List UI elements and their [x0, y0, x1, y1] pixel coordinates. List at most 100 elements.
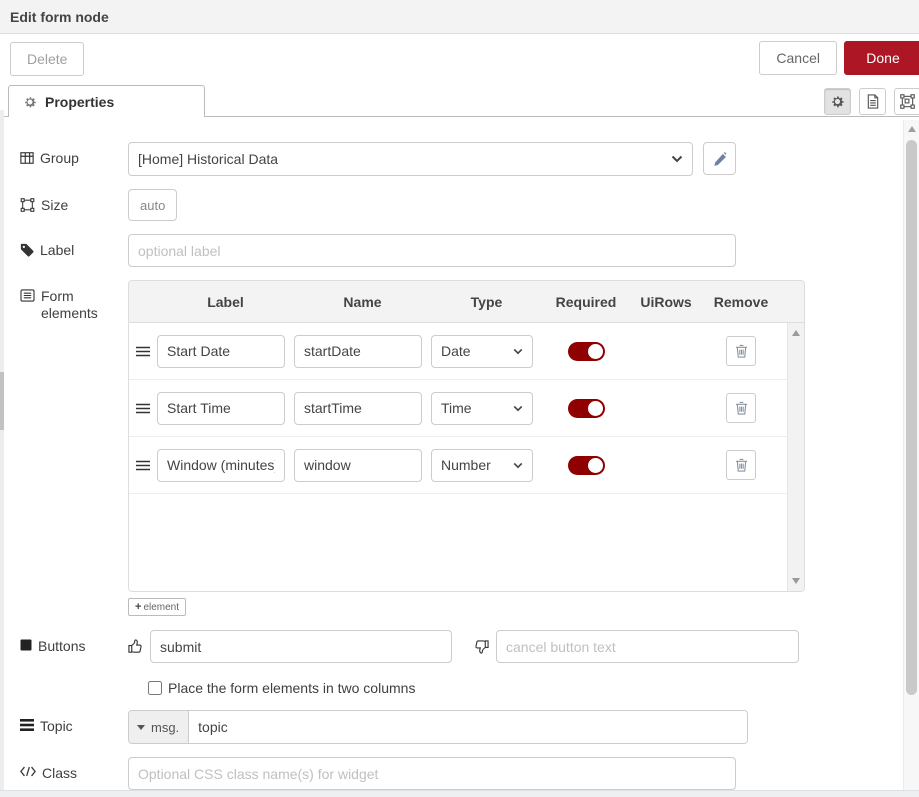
group-select[interactable]: [Home] Historical Data [128, 142, 693, 176]
element-name-input[interactable] [294, 335, 422, 368]
square-icon [20, 639, 32, 651]
object-group-icon [900, 94, 915, 109]
buttons-label: Buttons [20, 630, 128, 655]
class-row: Class [20, 757, 919, 790]
two-columns-checkbox[interactable] [148, 681, 162, 695]
class-label: Class [20, 757, 128, 782]
trash-icon [735, 401, 748, 415]
editor-tab-buttons [824, 88, 907, 115]
size-row: Size auto [20, 189, 919, 221]
label-row: Label [20, 234, 919, 267]
properties-panel: Group [Home] Historical Data Size auto [0, 117, 919, 790]
edit-group-button[interactable] [703, 142, 736, 175]
chevron-down-icon [513, 348, 523, 355]
topic-input[interactable] [189, 711, 747, 743]
gear-icon [23, 95, 37, 109]
label-label: Label [20, 234, 128, 259]
remove-element-button[interactable] [726, 336, 756, 366]
tab-properties-label: Properties [45, 94, 114, 110]
table-icon [20, 151, 34, 165]
tab-properties[interactable]: Properties [8, 85, 205, 117]
required-toggle[interactable] [568, 399, 605, 418]
dialog-scrollbar[interactable] [903, 120, 919, 797]
gear-icon [830, 94, 845, 109]
form-element-row: Number [129, 437, 804, 494]
form-element-row: Time [129, 380, 804, 437]
group-select-value: [Home] Historical Data [138, 151, 278, 167]
cancel-button[interactable]: Cancel [759, 41, 837, 75]
two-columns-label[interactable]: Place the form elements in two columns [168, 680, 415, 696]
scroll-up-icon[interactable] [792, 330, 800, 336]
header-label: Label [157, 294, 294, 310]
scroll-up-icon[interactable] [908, 126, 916, 132]
form-elements-table: Label Name Type Required UiRows Remove [128, 280, 805, 592]
form-element-row: Date [129, 323, 804, 380]
remove-element-button[interactable] [726, 450, 756, 480]
form-elements-row: Form elements Label Name Type Required U… [20, 280, 919, 592]
group-label: Group [20, 142, 128, 167]
scrollbar-thumb[interactable] [906, 140, 917, 695]
topic-row: Topic msg. [20, 710, 919, 744]
thumbs-down-icon [474, 639, 489, 654]
header-remove: Remove [702, 294, 780, 310]
form-elements-table-header: Label Name Type Required UiRows Remove [129, 281, 804, 323]
chevron-down-icon [671, 155, 683, 163]
left-scrollbar[interactable] [0, 110, 4, 797]
scroll-down-icon[interactable] [792, 578, 800, 584]
size-auto-button[interactable]: auto [128, 189, 177, 221]
dialog-bottom-edge [0, 790, 919, 797]
element-name-input[interactable] [294, 449, 422, 482]
topic-label: Topic [20, 710, 128, 735]
element-label-input[interactable] [157, 392, 285, 425]
properties-tab-button[interactable] [824, 88, 851, 115]
caret-down-icon [137, 725, 145, 730]
label-input[interactable] [128, 234, 736, 267]
two-columns-row: Place the form elements in two columns [148, 680, 919, 696]
buttons-row: Buttons [20, 630, 919, 663]
header-uirows: UiRows [630, 294, 702, 310]
form-elements-label: Form elements [20, 280, 128, 322]
chevron-down-icon [513, 405, 523, 412]
trash-icon [735, 344, 748, 358]
drag-handle-icon[interactable] [129, 460, 157, 471]
add-element-button[interactable]: + element [128, 598, 186, 616]
element-type-select[interactable]: Time [431, 392, 533, 425]
cancel-button-text-input[interactable] [496, 630, 799, 663]
required-toggle[interactable] [568, 342, 605, 361]
delete-button[interactable]: Delete [10, 42, 84, 76]
header-required: Required [542, 294, 630, 310]
tab-bar: Properties [0, 85, 919, 117]
element-type-select[interactable]: Date [431, 335, 533, 368]
class-input[interactable] [128, 757, 736, 790]
required-toggle[interactable] [568, 456, 605, 475]
element-label-input[interactable] [157, 449, 285, 482]
plus-icon: + [135, 601, 141, 613]
description-tab-button[interactable] [859, 88, 886, 115]
appearance-tab-button[interactable] [894, 88, 919, 115]
dialog-button-bar: Delete Cancel Done [0, 34, 919, 85]
remove-element-button[interactable] [726, 393, 756, 423]
table-scrollbar[interactable] [787, 323, 804, 591]
pencil-icon [713, 152, 727, 166]
header-name: Name [294, 294, 431, 310]
done-button[interactable]: Done [844, 41, 919, 75]
code-icon [20, 766, 36, 777]
list-alt-icon [20, 289, 35, 302]
element-label-input[interactable] [157, 335, 285, 368]
group-row: Group [Home] Historical Data [20, 142, 919, 176]
file-icon [866, 94, 880, 109]
thumbs-up-icon [128, 639, 143, 654]
submit-button-text-input[interactable] [150, 630, 452, 663]
drag-handle-icon[interactable] [129, 346, 157, 357]
drag-handle-icon[interactable] [129, 403, 157, 414]
topic-typed-input: msg. [128, 710, 748, 744]
element-type-select[interactable]: Number [431, 449, 533, 482]
size-label: Size [20, 189, 128, 214]
object-group-icon [20, 198, 35, 212]
dialog-header: Edit form node [0, 0, 919, 34]
topic-type-label: msg. [151, 720, 179, 735]
tag-icon [20, 243, 34, 257]
element-name-input[interactable] [294, 392, 422, 425]
topic-type-select[interactable]: msg. [129, 711, 189, 743]
trash-icon [735, 458, 748, 472]
